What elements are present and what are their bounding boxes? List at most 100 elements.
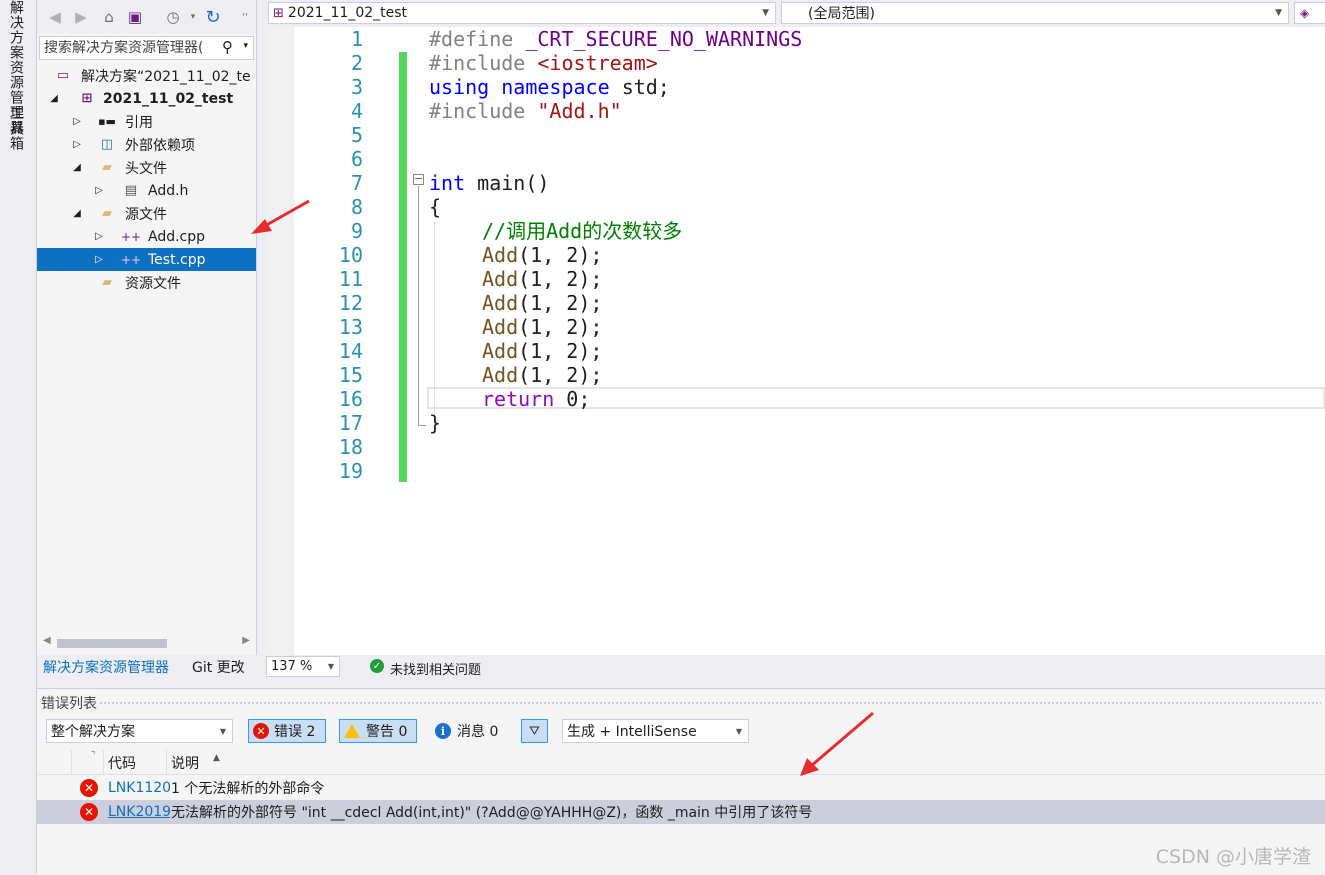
line-number: 15 xyxy=(338,363,363,387)
scroll-left-icon[interactable]: ◀ xyxy=(43,635,51,646)
tree-item-add-cpp[interactable]: ▷ ++ Add.cpp xyxy=(37,225,256,248)
expanded-arrow-icon[interactable]: ◢ xyxy=(48,93,60,104)
tree-item-external-deps[interactable]: ▷ ◫ 外部依赖项 xyxy=(37,133,256,156)
tree-item-project[interactable]: ◢ ⊞ 2021_11_02_test xyxy=(37,87,256,110)
column-glyph[interactable]: ⌝ xyxy=(91,751,95,761)
side-tab-toolbox[interactable]: 工具箱 xyxy=(6,106,26,151)
annotation-arrow xyxy=(251,199,310,234)
collapse-icon[interactable]: − xyxy=(413,173,424,185)
tree-item-references[interactable]: ▷ ▪▬ 引用 xyxy=(37,110,256,133)
error-row[interactable]: ✕ LNK2019 无法解析的外部符号 "int __cdecl Add(int… xyxy=(37,800,1325,824)
code-token: (1, 2); xyxy=(518,291,603,315)
refresh-icon[interactable]: ↻ xyxy=(203,7,223,28)
line-number: 6 xyxy=(350,147,363,171)
chevron-down-icon: ▼ xyxy=(327,662,334,671)
sort-ascending-icon: ▲ xyxy=(213,753,220,763)
error-description: 1 个无法解析的外部命令 xyxy=(171,781,325,797)
code-line-1: #define _CRT_SECURE_NO_WARNINGS xyxy=(429,27,802,51)
column-header-description[interactable]: 说明 xyxy=(171,753,199,773)
error-code[interactable]: LNK2019 xyxy=(108,804,170,820)
cpp-file-icon: ++ xyxy=(120,229,142,244)
error-list-title: 错误列表 xyxy=(41,696,97,712)
tree-item-add-h[interactable]: ▷ ▤ Add.h xyxy=(37,179,256,202)
folder-icon: ▰ xyxy=(102,160,112,175)
code-line-17: } xyxy=(429,411,442,435)
code-line-9: //调用Add的次数较多 xyxy=(482,219,682,243)
scope-dropdown[interactable]: (全局范围) ▼ xyxy=(781,2,1289,24)
member-dropdown[interactable]: ◈ xyxy=(1294,2,1325,24)
search-icon[interactable]: ⚲ xyxy=(222,38,233,56)
editor-status-bar: 137 % ▼ ✓ 未找到相关问题 xyxy=(266,655,1325,679)
warnings-filter-button[interactable]: 警告 0 xyxy=(339,719,417,743)
code-token: return xyxy=(482,387,555,411)
code-line-11: Add(1, 2); xyxy=(482,267,602,291)
collapsed-arrow-icon[interactable]: ▷ xyxy=(93,254,105,265)
switch-views-icon[interactable]: ▣ xyxy=(125,7,145,27)
editor-navigation-bar: ⊞ 2021_11_02_test ▼ (全局范围) ▼ ◈ xyxy=(266,0,1325,27)
panel-grip xyxy=(99,701,1321,705)
source-select[interactable]: 生成 + IntelliSense ▼ xyxy=(562,719,749,743)
tree-item-source-files[interactable]: ◢ ▰ 源文件 xyxy=(37,202,256,225)
scope-select[interactable]: 整个解决方案 ▼ xyxy=(46,719,233,743)
tree-item-label: Test.cpp xyxy=(148,251,206,268)
error-code[interactable]: LNK1120 xyxy=(108,780,170,796)
project-dropdown[interactable]: ⊞ 2021_11_02_test ▼ xyxy=(268,2,776,24)
error-list-panel: 错误列表 整个解决方案 ▼ ✕ 错误 2 警告 0 i 消息 0 ⛛ 生成 + … xyxy=(37,688,1325,875)
chevron-down-icon[interactable]: ▾ xyxy=(243,41,248,51)
scrollbar-thumb[interactable] xyxy=(57,639,167,648)
source-select-value: 生成 + IntelliSense xyxy=(567,724,697,740)
expanded-arrow-icon[interactable]: ◢ xyxy=(71,162,83,173)
column-header-code[interactable]: 代码 xyxy=(108,753,136,773)
warnings-filter-label: 警告 0 xyxy=(366,724,408,740)
code-comment: //调用Add的次数较多 xyxy=(482,219,683,243)
tab-solution-explorer[interactable]: 解决方案资源管理器 xyxy=(43,657,169,677)
folder-icon: ▰ xyxy=(102,206,112,221)
code-line-10: Add(1, 2); xyxy=(482,243,602,267)
warning-icon xyxy=(344,724,360,738)
indent-guide xyxy=(434,222,435,432)
code-line-7: int main() xyxy=(429,171,549,195)
line-number: 5 xyxy=(350,123,363,147)
home-icon[interactable]: ⌂ xyxy=(99,7,119,27)
code-token: int xyxy=(429,171,466,195)
error-row[interactable]: ✕ LNK1120 1 个无法解析的外部命令 xyxy=(37,776,1325,801)
code-token: namespace xyxy=(501,75,610,99)
horizontal-scrollbar[interactable]: ◀ ▶ xyxy=(37,632,256,654)
collapsed-arrow-icon[interactable]: ▷ xyxy=(71,116,83,127)
scroll-right-icon[interactable]: ▶ xyxy=(242,635,250,646)
back-icon[interactable]: ◀ xyxy=(45,7,65,27)
collapsed-arrow-icon[interactable]: ▷ xyxy=(71,139,83,150)
tree-item-label: 资源文件 xyxy=(125,275,181,292)
collapsed-arrow-icon[interactable]: ▷ xyxy=(93,231,105,242)
column-separator xyxy=(103,750,104,774)
overflow-icon[interactable]: '' xyxy=(239,7,251,27)
filter-button[interactable]: ⛛ xyxy=(521,719,548,743)
line-number: 18 xyxy=(338,435,363,459)
tree-item-resource-files[interactable]: ▰ 资源文件 xyxy=(37,271,256,294)
pending-changes-icon[interactable]: ◷ xyxy=(163,7,183,27)
zoom-dropdown[interactable]: 137 % ▼ xyxy=(266,656,340,677)
tree-item-test-cpp[interactable]: ▷ ++ Test.cpp xyxy=(37,248,256,271)
tree-item-header-files[interactable]: ◢ ▰ 头文件 xyxy=(37,156,256,179)
errors-filter-button[interactable]: ✕ 错误 2 xyxy=(248,719,326,743)
chevron-down-icon[interactable]: ▾ xyxy=(183,7,203,27)
expanded-arrow-icon[interactable]: ◢ xyxy=(71,208,83,219)
tab-git-changes[interactable]: Git 更改 xyxy=(192,657,245,677)
code-token: <iostream> xyxy=(537,51,658,75)
solution-search-input[interactable] xyxy=(40,37,223,59)
code-editor[interactable]: − 1 2 3 4 5 6 7 8 9 10 11 12 13 14 15 16… xyxy=(266,27,1325,655)
code-token: main() xyxy=(477,171,550,195)
column-separator xyxy=(166,750,167,774)
collapsed-arrow-icon[interactable]: ▷ xyxy=(93,185,105,196)
forward-icon[interactable]: ▶ xyxy=(71,7,91,27)
issues-status[interactable]: 未找到相关问题 xyxy=(390,659,481,678)
messages-filter-button[interactable]: i 消息 0 xyxy=(430,719,508,743)
column-separator xyxy=(71,750,72,774)
code-token: _CRT_SECURE_NO_WARNINGS xyxy=(525,27,803,51)
code-token: Add xyxy=(482,363,519,387)
code-token: std; xyxy=(621,75,670,99)
error-icon: ✕ xyxy=(80,779,98,797)
tree-item-solution[interactable]: ▭ 解决方案“2021_11_02_te xyxy=(37,64,256,87)
tree-item-label: Add.cpp xyxy=(148,228,206,245)
code-token: #define xyxy=(429,27,514,51)
